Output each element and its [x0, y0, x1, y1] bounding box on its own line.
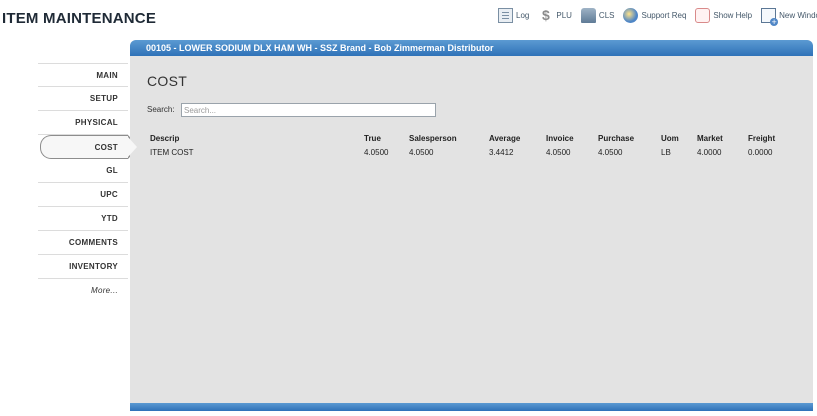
- support-icon: [623, 7, 639, 23]
- cell-descrip: ITEM COST: [150, 147, 194, 157]
- sidebar-item-setup[interactable]: SETUP: [38, 87, 128, 111]
- cell-freight: 0.0000: [748, 147, 773, 157]
- sidebar-item-gl[interactable]: GL: [38, 159, 128, 183]
- sidebar-item-comments[interactable]: COMMENTS: [38, 231, 128, 255]
- cell-average: 3.4412: [489, 147, 514, 157]
- show-help-label: Show Help: [713, 10, 753, 20]
- log-button[interactable]: Log: [498, 7, 530, 23]
- cell-true: 4.0500: [364, 147, 389, 157]
- cls-icon: [580, 7, 596, 23]
- show-help-button[interactable]: Show Help: [695, 7, 753, 23]
- sidebar-item-ytd[interactable]: YTD: [38, 207, 128, 231]
- cell-uom: LB: [661, 147, 671, 157]
- new-window-icon: [761, 7, 779, 26]
- column-header-freight[interactable]: Freight: [748, 131, 793, 145]
- help-icon: [695, 7, 711, 23]
- column-header-invoice[interactable]: Invoice: [546, 131, 598, 145]
- cell-purchase: 4.0500: [598, 147, 623, 157]
- plu-label: PLU: [556, 10, 572, 20]
- item-header-bar: 00105 - LOWER SODIUM DLX HAM WH - SSZ Br…: [130, 40, 813, 56]
- sidebar-item-physical[interactable]: PHYSICAL: [38, 111, 128, 135]
- log-icon: [498, 7, 513, 23]
- column-header-market[interactable]: Market: [697, 131, 748, 145]
- page-title: ITEM MAINTENANCE: [2, 10, 157, 27]
- support-req-label: Support Req: [641, 10, 687, 20]
- search-input[interactable]: [181, 103, 436, 117]
- top-toolbar: Log $ PLU CLS Support Req Show Help New …: [498, 5, 817, 26]
- column-header-uom[interactable]: Uom: [661, 131, 697, 145]
- panel-footer-bar: [130, 403, 813, 411]
- sidebar-nav: MAIN SETUP PHYSICAL COST GL UPC YTD COMM…: [38, 63, 139, 303]
- cost-table: Descrip True Salesperson Average Invoice…: [150, 131, 793, 159]
- support-req-button[interactable]: Support Req: [623, 7, 687, 23]
- sidebar-item-main[interactable]: MAIN: [38, 63, 128, 87]
- cls-button[interactable]: CLS: [580, 7, 615, 23]
- cell-market: 4.0000: [697, 147, 722, 157]
- dollar-icon: $: [541, 6, 550, 23]
- column-header-true[interactable]: True: [364, 131, 409, 145]
- cell-invoice: 4.0500: [546, 147, 571, 157]
- column-header-average[interactable]: Average: [489, 131, 546, 145]
- sidebar-item-cost[interactable]: COST: [40, 135, 139, 159]
- column-header-salesperson[interactable]: Salesperson: [409, 131, 489, 145]
- new-window-label: New Window: [779, 10, 817, 20]
- sidebar-item-upc[interactable]: UPC: [38, 183, 128, 207]
- cell-salesperson: 4.0500: [409, 147, 434, 157]
- table-row[interactable]: ITEM COST 4.0500 4.0500 3.4412 4.0500 4.…: [150, 145, 793, 159]
- sidebar-more-link[interactable]: More...: [38, 279, 128, 303]
- column-header-purchase[interactable]: Purchase: [598, 131, 661, 145]
- section-title: COST: [147, 73, 188, 89]
- log-label: Log: [516, 10, 530, 20]
- sidebar-item-inventory[interactable]: INVENTORY: [38, 255, 128, 279]
- main-panel: 00105 - LOWER SODIUM DLX HAM WH - SSZ Br…: [130, 40, 813, 411]
- search-label: Search:: [147, 105, 175, 114]
- new-window-button[interactable]: New Window: [761, 7, 817, 26]
- table-header-row: Descrip True Salesperson Average Invoice…: [150, 131, 793, 145]
- cls-label: CLS: [598, 10, 615, 20]
- plu-button[interactable]: $ PLU: [538, 6, 572, 23]
- column-header-descrip[interactable]: Descrip: [150, 131, 364, 145]
